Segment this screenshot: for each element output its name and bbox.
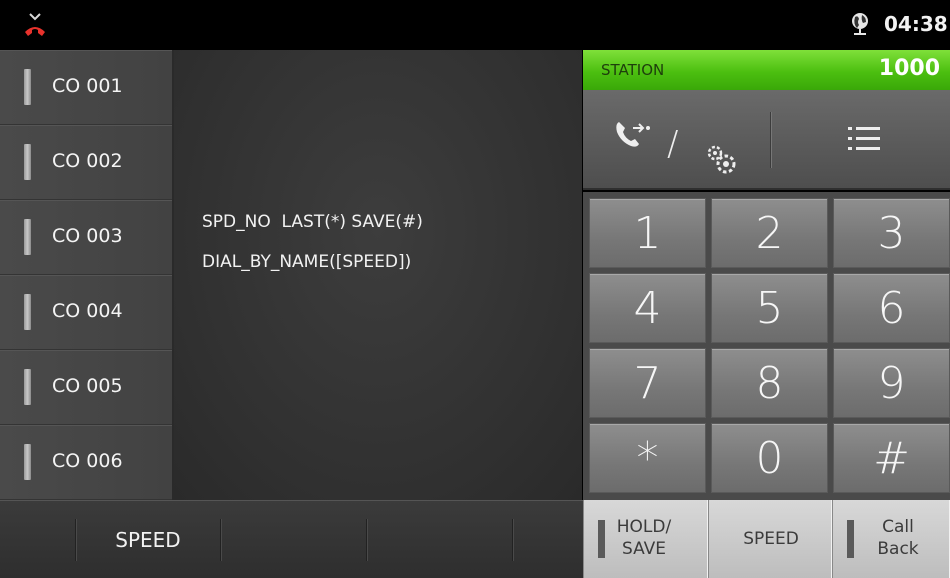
display-line-1: SPD_NO LAST(*) SAVE(#) [202,212,423,232]
co-line-label: CO 002 [52,150,123,172]
key-1[interactable]: 1 [589,198,706,268]
soft-key-divider [512,519,513,561]
status-bar: 04:38 [0,0,950,50]
co-line-button[interactable]: CO 001 [0,50,172,125]
co-line-list: CO 001 CO 002 CO 003 CO 004 CO 005 CO 00… [0,50,172,500]
call-back-led [847,520,854,558]
soft-key-bar: SPEED [0,500,583,578]
transfer-icon [616,122,650,147]
co-line-label: CO 006 [52,450,123,472]
function-divider [770,112,771,168]
key-star[interactable]: * [589,423,706,493]
co-line-label: CO 005 [52,375,123,397]
globe-icon [852,13,868,35]
co-line-led [24,294,31,330]
key-0[interactable]: 0 [711,423,828,493]
co-line-button[interactable]: CO 006 [0,425,172,500]
dial-keypad: 1 2 3 4 5 6 7 8 9 * 0 # [583,192,950,500]
call-back-label: Call Back [867,516,929,560]
separator-text: / [667,124,679,164]
co-line-button[interactable]: CO 003 [0,200,172,275]
menu-button[interactable] [803,100,933,180]
key-5[interactable]: 5 [711,273,828,343]
co-line-button[interactable]: CO 004 [0,275,172,350]
key-6[interactable]: 6 [833,273,950,343]
display-line-2: DIAL_BY_NAME([SPEED]) [202,252,412,272]
save-label-line: SAVE [621,539,667,559]
missed-call-icon [25,13,45,36]
key-4[interactable]: 4 [589,273,706,343]
transfer-settings-button[interactable]: / [603,100,753,180]
key-8[interactable]: 8 [711,348,828,418]
station-number: 1000 [878,56,940,81]
co-line-button[interactable]: CO 002 [0,125,172,200]
key-hash[interactable]: # [833,423,950,493]
co-line-led [24,369,31,405]
lcd-display: SPD_NO LAST(*) SAVE(#) DIAL_BY_NAME([SPE… [172,50,582,500]
co-line-led [24,444,31,480]
soft-key-divider [220,519,221,561]
back-label-line: Back [877,539,919,559]
call-label-line: Call [882,517,914,537]
function-bar: / [583,90,950,190]
menu-list-icon [848,127,880,150]
station-label: STATION [601,61,665,79]
key-7[interactable]: 7 [589,348,706,418]
co-line-led [24,69,31,105]
feature-button-bar: HOLD/ SAVE SPEED Call Back [583,500,950,578]
key-3[interactable]: 3 [833,198,950,268]
hold-label-line: HOLD/ [616,517,672,537]
speed-label: SPEED [743,529,799,549]
call-back-button[interactable]: Call Back [832,500,950,578]
status-clock: 04:38 [884,12,948,36]
key-9[interactable]: 9 [833,348,950,418]
settings-icon [707,145,736,174]
speed-button[interactable]: SPEED [708,500,832,578]
key-2[interactable]: 2 [711,198,828,268]
hold-save-led [598,520,605,558]
soft-key-divider [75,519,76,561]
station-bar: STATION 1000 [583,50,950,90]
soft-key-divider [366,519,367,561]
co-line-label: CO 004 [52,300,123,322]
speed-soft-key[interactable]: SPEED [78,501,218,578]
co-line-label: CO 003 [52,225,123,247]
hold-save-label: HOLD/ SAVE [612,516,676,560]
co-line-label: CO 001 [52,75,123,97]
co-line-led [24,219,31,255]
co-line-led [24,144,31,180]
hold-save-button[interactable]: HOLD/ SAVE [583,500,708,578]
co-line-button[interactable]: CO 005 [0,350,172,425]
